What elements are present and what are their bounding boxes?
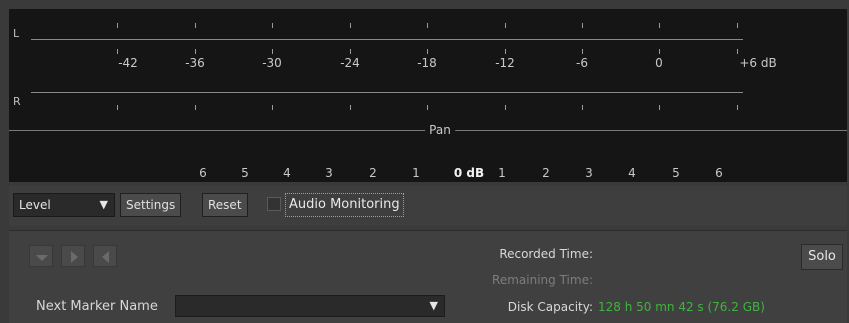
level-meter: L R -42 -36 -30 -24 -18 -12 -6 0 +6 dB P… xyxy=(9,9,847,182)
pan-scale-label: 1 xyxy=(498,166,506,180)
pan-zero-label: 0 dB xyxy=(453,166,485,180)
db-tick xyxy=(117,23,118,28)
db-tick xyxy=(582,49,583,54)
db-tick xyxy=(505,105,506,110)
dropdown-arrow-icon: ▼ xyxy=(99,198,108,211)
rewind-button[interactable] xyxy=(93,245,117,267)
db-tick xyxy=(737,49,738,54)
pan-scale-label: 2 xyxy=(542,166,550,180)
recording-panel: Recorded Time: Remaining Time: Disk Capa… xyxy=(9,230,847,323)
pan-scale-label: 2 xyxy=(369,166,377,180)
db-tick xyxy=(427,49,428,54)
reset-button[interactable]: Reset xyxy=(202,193,248,217)
db-tick xyxy=(117,49,118,54)
pan-scale-label: 5 xyxy=(672,166,680,180)
db-label: 0 xyxy=(655,56,663,70)
recorded-time-label: Recorded Time: xyxy=(499,247,593,261)
db-tick xyxy=(272,23,273,28)
db-tick xyxy=(505,49,506,54)
db-tick xyxy=(195,49,196,54)
db-tick xyxy=(737,23,738,28)
db-label: -30 xyxy=(262,56,282,70)
db-tick xyxy=(659,23,660,28)
left-channel-label: L xyxy=(13,27,20,40)
db-label: -42 xyxy=(118,56,138,70)
db-tick xyxy=(195,105,196,110)
db-tick xyxy=(582,105,583,110)
db-tick xyxy=(117,105,118,110)
db-tick xyxy=(272,105,273,110)
disk-capacity-value: 128 h 50 mn 42 s (76.2 GB) xyxy=(598,300,765,314)
db-tick xyxy=(505,23,506,28)
left-channel-bar xyxy=(31,39,743,40)
pan-scale-label: 3 xyxy=(585,166,593,180)
db-tick xyxy=(582,23,583,28)
db-label: -36 xyxy=(185,56,205,70)
pan-scale-label: 4 xyxy=(628,166,636,180)
next-marker-name-label: Next Marker Name xyxy=(36,299,158,314)
disk-capacity-label: Disk Capacity: xyxy=(507,300,593,314)
db-label: +6 dB xyxy=(739,56,777,70)
pan-scale-label: 3 xyxy=(325,166,333,180)
db-label: -18 xyxy=(417,56,437,70)
meter-mode-select[interactable]: Level ▼ xyxy=(13,193,115,217)
right-channel-label: R xyxy=(13,95,21,108)
db-tick xyxy=(350,105,351,110)
db-label: -24 xyxy=(340,56,360,70)
pan-scale-label: 6 xyxy=(199,166,207,180)
pan-label: Pan xyxy=(425,123,455,137)
audio-monitoring-label[interactable]: Audio Monitoring xyxy=(285,193,404,217)
next-marker-name-combo[interactable]: ▼ xyxy=(175,295,445,317)
pan-scale-label: 5 xyxy=(241,166,249,180)
db-tick xyxy=(350,49,351,54)
solo-button[interactable]: Solo xyxy=(801,244,843,270)
audio-monitoring-checkbox[interactable] xyxy=(267,197,281,211)
db-label: -6 xyxy=(576,56,588,70)
pan-scale-label: 6 xyxy=(715,166,723,180)
db-tick xyxy=(737,105,738,110)
db-tick xyxy=(272,49,273,54)
db-tick xyxy=(350,23,351,28)
meter-mode-value: Level xyxy=(19,198,51,212)
db-label: -12 xyxy=(495,56,515,70)
remaining-time-label: Remaining Time: xyxy=(492,273,593,287)
db-tick xyxy=(427,105,428,110)
settings-button[interactable]: Settings xyxy=(120,193,182,217)
play-button[interactable] xyxy=(61,245,85,267)
pan-scale-label: 4 xyxy=(283,166,291,180)
db-tick xyxy=(659,105,660,110)
meter-toolbar: Level ▼ Settings Reset Audio Monitoring xyxy=(9,186,847,226)
down-arrow-button[interactable] xyxy=(29,245,53,267)
db-tick xyxy=(195,23,196,28)
play-icon xyxy=(71,251,78,263)
db-tick xyxy=(659,49,660,54)
pan-scale-label: 1 xyxy=(412,166,420,180)
dropdown-arrow-icon: ▼ xyxy=(429,299,438,312)
rewind-icon xyxy=(102,251,109,263)
right-channel-bar xyxy=(31,92,743,93)
db-tick xyxy=(427,23,428,28)
down-arrow-icon xyxy=(36,255,48,261)
